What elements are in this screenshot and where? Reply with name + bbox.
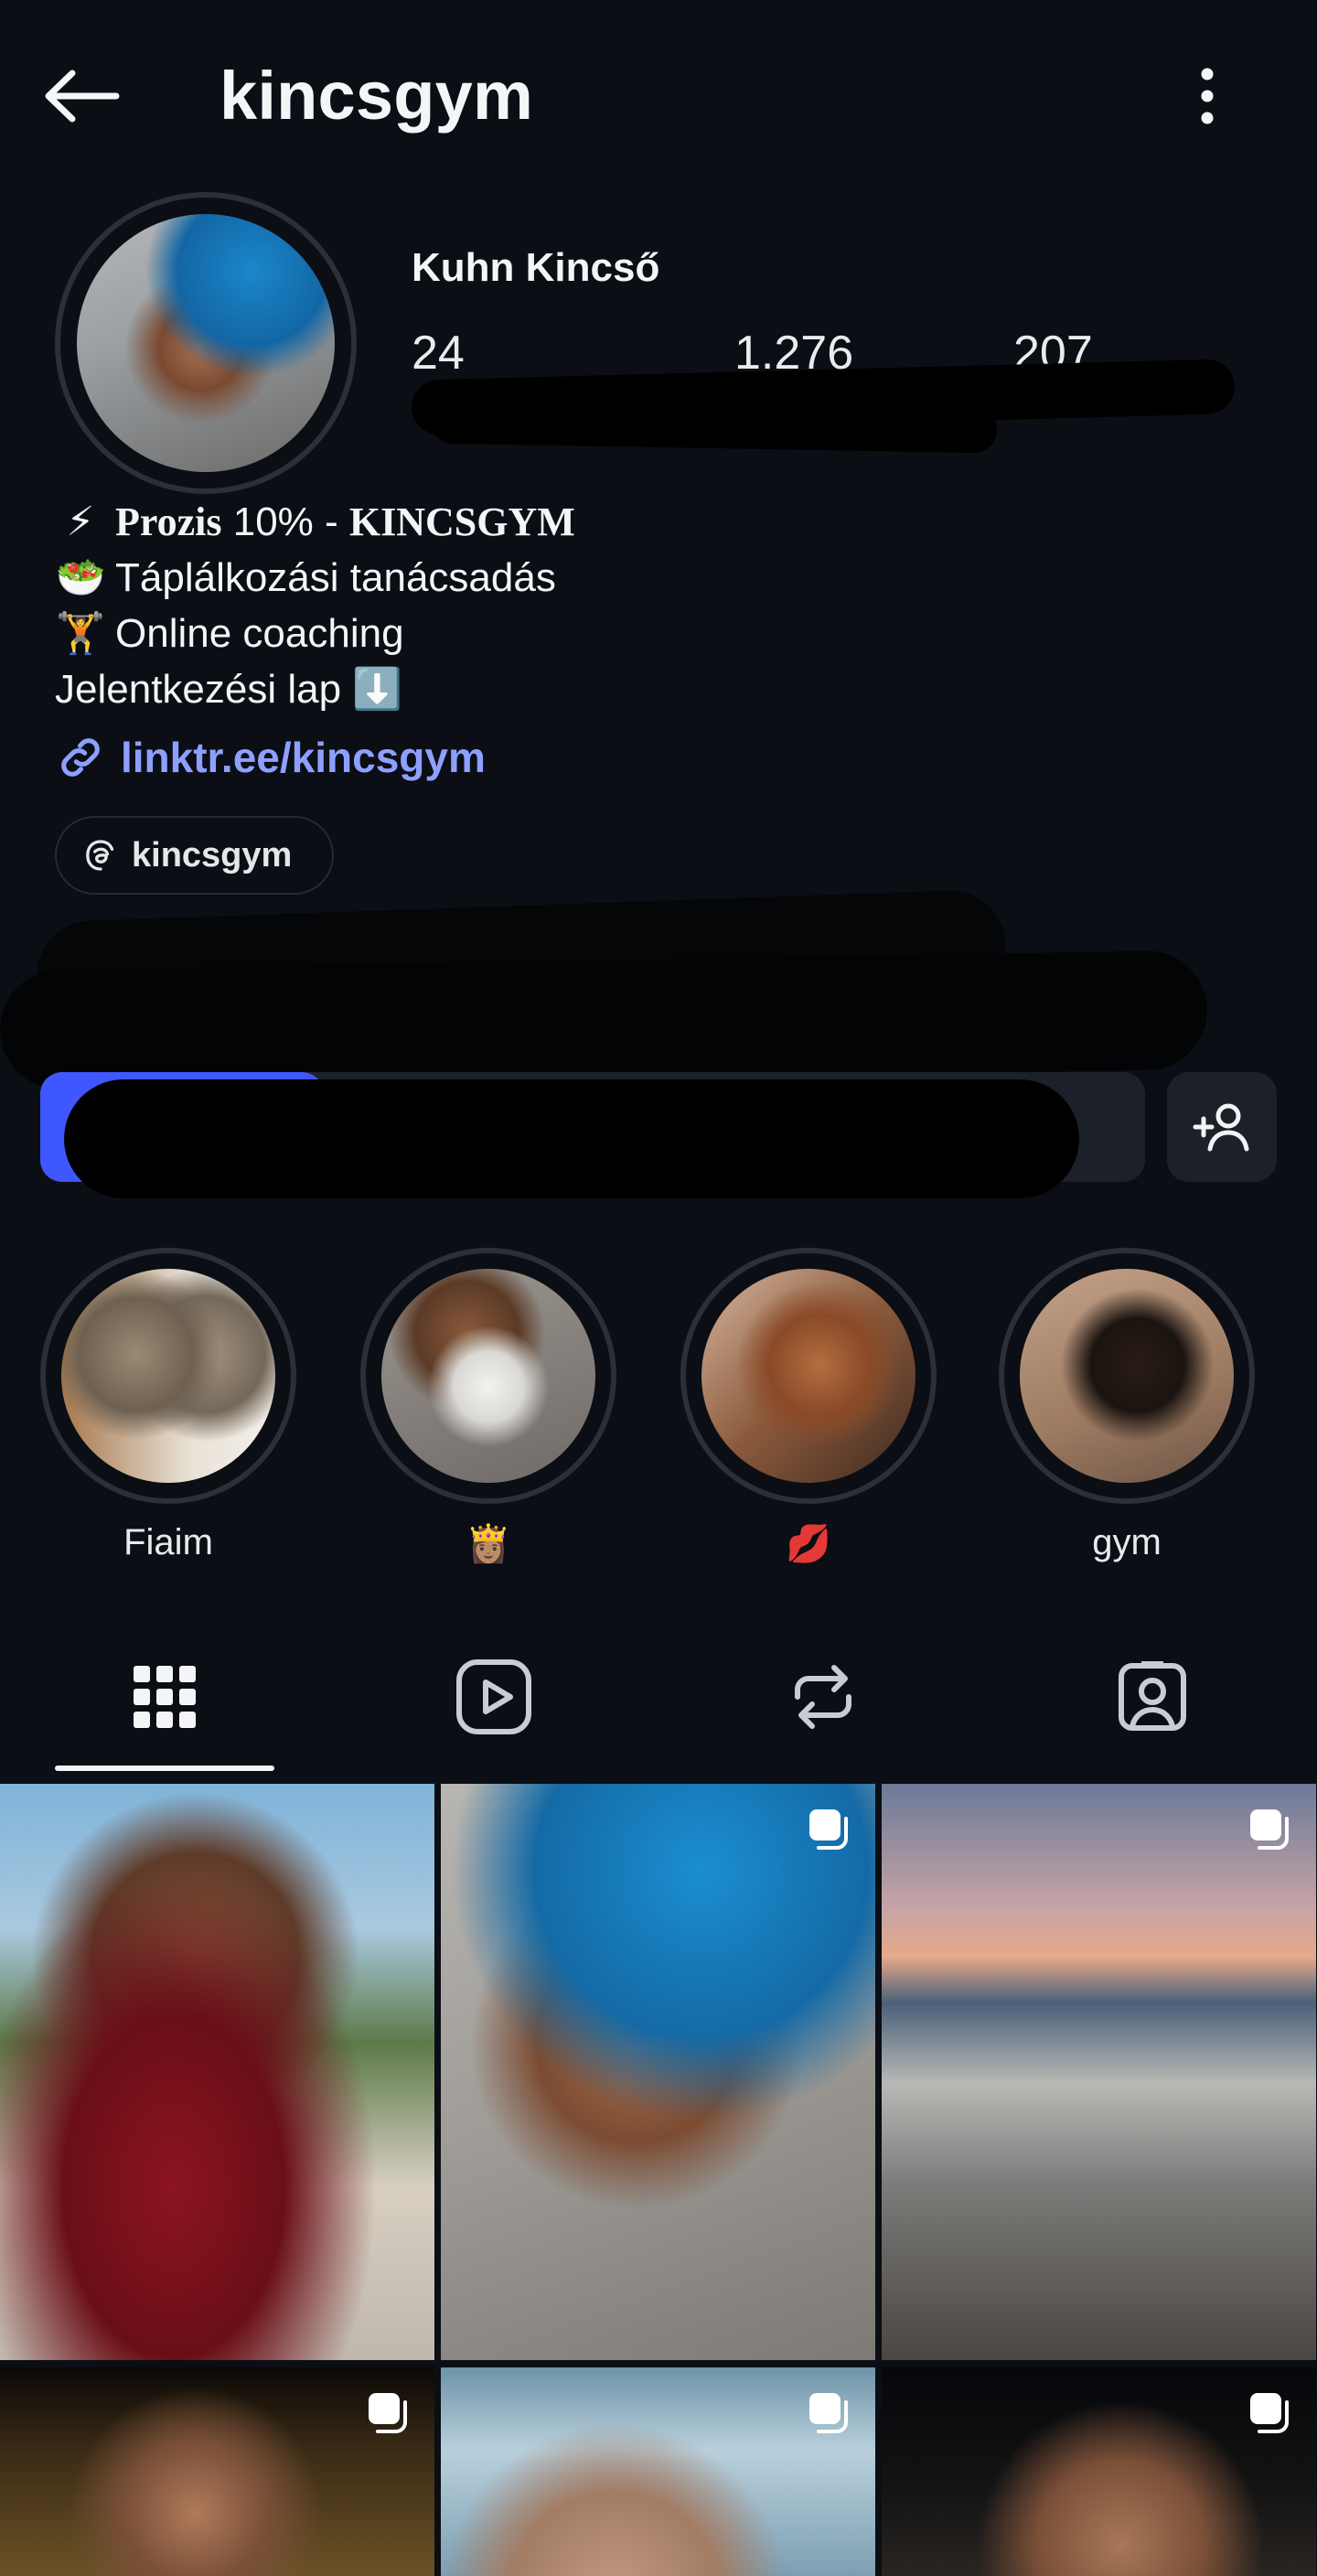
arrow-left-icon: [45, 70, 120, 123]
play-square-icon: [456, 1659, 531, 1734]
tab-reposts[interactable]: [713, 1647, 933, 1747]
display-name: Kuhn Kincső: [412, 245, 660, 290]
repost-icon: [795, 1665, 851, 1729]
bio-line: ⚡ Prozis 10% - KINCSGYM: [55, 494, 575, 550]
highlight-label: Fiaim: [123, 1522, 213, 1562]
highlight-ring: [40, 1248, 296, 1504]
highlight-label: 💋: [786, 1524, 831, 1564]
highlight-label: 👸🏽: [466, 1524, 511, 1564]
post-thumbnail[interactable]: [882, 2367, 1316, 2576]
carousel-icon: [809, 1809, 848, 1850]
link-icon: [61, 738, 100, 777]
highlight-cover-gym: [1020, 1269, 1234, 1483]
highlight-ring: [680, 1248, 937, 1504]
avatar[interactable]: [77, 214, 335, 472]
suggested-users-button[interactable]: [1167, 1072, 1277, 1182]
posts-grid: [0, 1784, 1317, 2576]
tab-tagged[interactable]: [1043, 1647, 1262, 1747]
bio-line: 🏋️ Online coaching: [55, 606, 575, 661]
post-thumbnail[interactable]: [0, 2367, 434, 2576]
carousel-icon: [1250, 2393, 1289, 2433]
bio: ⚡ Prozis 10% - KINCSGYM 🥗 Táplálkozási t…: [55, 494, 575, 717]
grid-icon: [134, 1666, 196, 1728]
bio-line: Jelentkezési lap ⬇️: [55, 667, 403, 712]
post-thumbnail[interactable]: [882, 1784, 1316, 2360]
threads-badge[interactable]: kincsgym: [55, 816, 335, 895]
highlight-label: gym: [1092, 1522, 1162, 1562]
tab-reels[interactable]: [384, 1647, 604, 1747]
more-vertical-icon: [1201, 68, 1214, 124]
lightning-icon: ⚡: [66, 499, 95, 544]
redaction-mark: [0, 950, 1209, 1090]
weightlifter-icon: 🏋️: [55, 611, 106, 656]
post-thumbnail[interactable]: [441, 2367, 875, 2576]
story-highlight[interactable]: 💋: [680, 1248, 937, 1565]
profile-username: kincsgym: [220, 58, 533, 134]
highlight-cover-cats: [61, 1269, 275, 1483]
carousel-icon: [1250, 1809, 1289, 1850]
tab-posts[interactable]: [55, 1647, 274, 1747]
top-bar: kincsgym: [0, 0, 1317, 192]
threads-handle[interactable]: kincsgym: [132, 836, 292, 875]
salad-icon: 🥗: [55, 555, 106, 600]
bio-link[interactable]: linktr.ee/kincsgym: [55, 732, 486, 783]
threads-icon: [86, 840, 114, 871]
highlight-cover-portrait: [381, 1269, 595, 1483]
highlight-cover-lips: [701, 1269, 915, 1483]
active-tab-indicator: [55, 1766, 274, 1771]
tagged-person-icon: [1119, 1661, 1186, 1731]
story-highlight[interactable]: 👸🏽: [360, 1248, 616, 1565]
back-button[interactable]: [37, 55, 128, 137]
bio-link-text[interactable]: linktr.ee/kincsgym: [121, 733, 486, 782]
story-highlight[interactable]: Fiaim: [40, 1248, 296, 1563]
bio-line: 🥗 Táplálkozási tanácsadás: [55, 550, 575, 606]
redaction-mark: [64, 1079, 1079, 1198]
highlight-ring: [360, 1248, 616, 1504]
add-person-icon: [1193, 1103, 1249, 1152]
post-thumbnail[interactable]: [0, 1784, 434, 2360]
post-thumbnail[interactable]: [441, 1784, 875, 2360]
redaction-mark: [429, 397, 998, 454]
more-options-button[interactable]: [1171, 55, 1244, 137]
carousel-icon: [809, 2393, 848, 2433]
story-highlight[interactable]: gym: [999, 1248, 1255, 1563]
carousel-icon: [369, 2393, 407, 2433]
highlight-ring: [999, 1248, 1255, 1504]
posts-count[interactable]: 24: [412, 326, 465, 381]
